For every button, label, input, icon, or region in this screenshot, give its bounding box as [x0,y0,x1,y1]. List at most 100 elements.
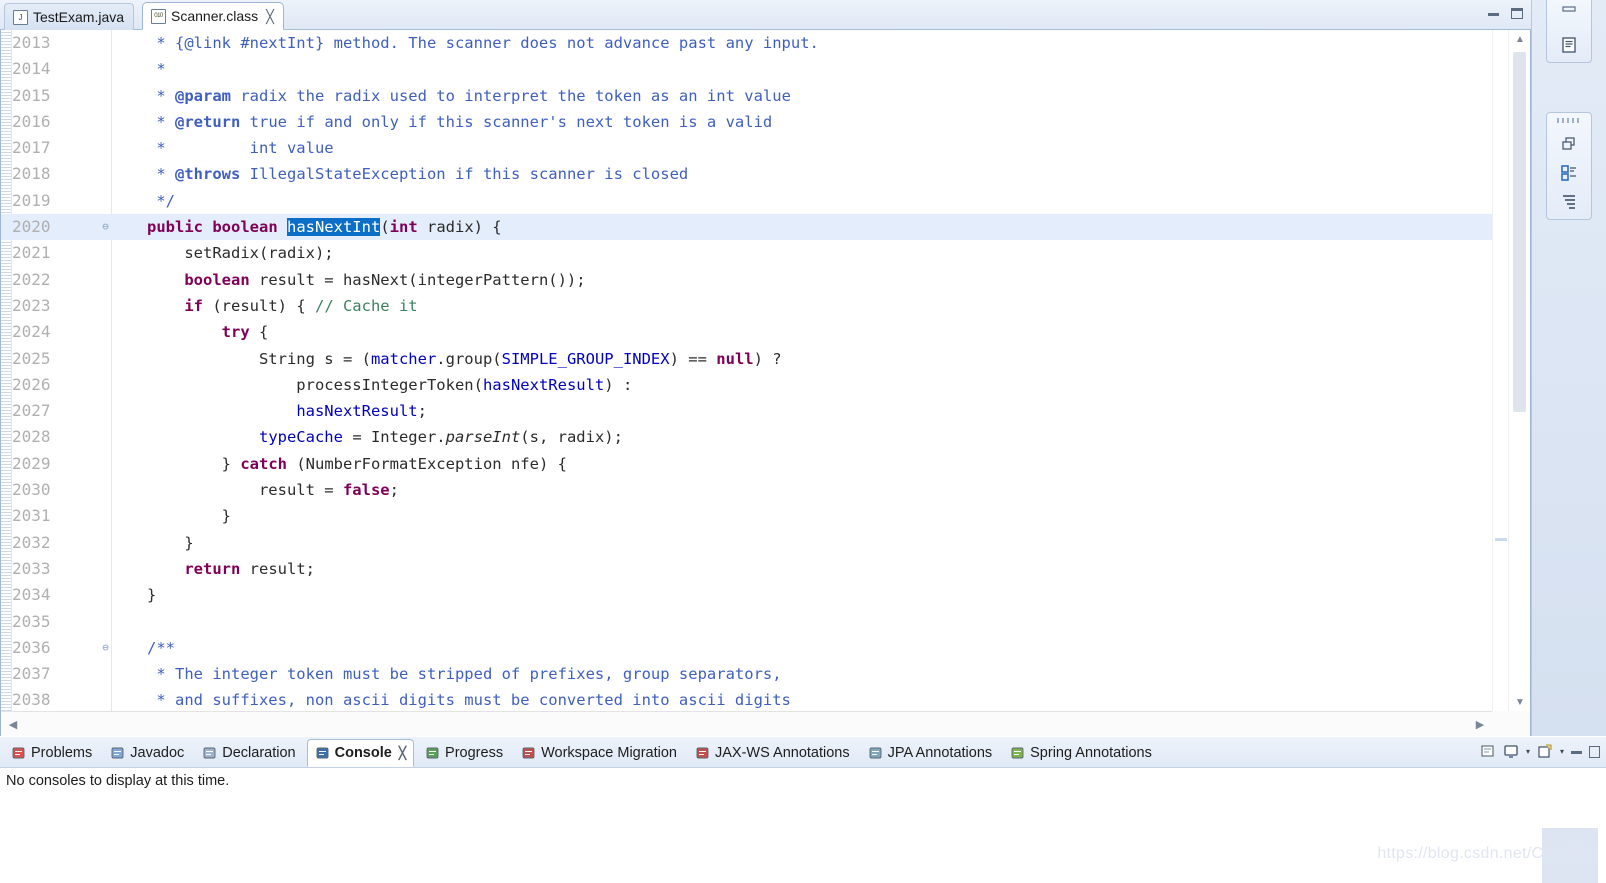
line-number: 2013 [12,30,94,56]
code-viewport[interactable]: 2013 * {@link #nextInt} method. The scan… [1,30,1492,711]
bottom-panel: Problems Javadoc Declaration Console ╳ Progre… [0,737,1606,883]
line-number: 2037 [12,661,94,687]
code-line[interactable]: 2038 * and suffixes, non ascii digits mu… [1,687,1492,711]
code-line[interactable]: 2033 return result; [1,556,1492,582]
code-text: * and suffixes, non ascii digits must be… [119,687,791,711]
restore-panel-icon[interactable] [1558,134,1580,154]
code-line[interactable]: 2018 * @throws IllegalStateException if … [1,161,1492,187]
panel-maximize-icon[interactable] [1589,746,1600,758]
code-line[interactable]: 2019 */ [1,188,1492,214]
task-list-icon[interactable] [1558,192,1580,212]
selected-token[interactable]: hasNextInt [287,218,380,236]
code-text: } [119,530,194,556]
code-text: setRadix(radix); [119,240,334,266]
fold-toggle-icon[interactable]: ⊖ [99,635,112,661]
fast-view-group-bottom [1546,112,1592,220]
open-console-dropdown[interactable]: ▾ [1560,747,1564,756]
line-number: 2036 [12,635,94,661]
bottom-tab-label: Problems [31,745,92,761]
fold-toggle-icon[interactable]: ⊖ [99,214,112,240]
code-line[interactable]: 2014 * [1,56,1492,82]
code-line[interactable]: 2022 boolean result = hasNext(integerPat… [1,267,1492,293]
display-console-button[interactable] [1503,744,1519,759]
code-line[interactable]: 2020⊖ public boolean hasNextInt(int radi… [1,214,1492,240]
code-line[interactable]: 2035 [1,609,1492,635]
code-text: } [119,503,231,529]
code-line[interactable]: 2029 } catch (NumberFormatException nfe)… [1,451,1492,477]
bottom-tab-console[interactable]: Console ╳ [307,739,414,767]
line-number: 2015 [12,83,94,109]
editor-tab-label: TestExam.java [33,9,124,25]
code-line[interactable]: 2030 result = false; [1,477,1492,503]
line-number: 2038 [12,687,94,711]
line-number: 2019 [12,188,94,214]
console-message: No consoles to display at this time. [6,773,229,789]
bottom-tab-jpa-annotations[interactable]: JPA Annotations [861,739,1000,766]
editor-body: 2013 * {@link #nextInt} method. The scan… [0,30,1531,736]
line-number: 2030 [12,477,94,503]
bottom-tab-declaration[interactable]: Declaration [195,739,302,766]
bottom-tab-progress[interactable]: Progress [418,739,510,766]
problems-icon [11,746,26,760]
code-line[interactable]: 2023 if (result) { // Cache it [1,293,1492,319]
editor-tab-testexam[interactable]: J TestExam.java [4,3,134,30]
minimize-icon[interactable] [1488,12,1499,16]
editor-tab-scanner[interactable]: 010 Scanner.class ╳ [142,2,284,30]
bottom-tab-spring-annotations[interactable]: Spring Annotations [1003,739,1159,766]
editor-vertical-scrollbar[interactable]: ▲ ▼ [1508,30,1530,711]
code-line[interactable]: 2015 * @param radix the radix used to in… [1,83,1492,109]
code-line[interactable]: 2036⊖ /** [1,635,1492,661]
overview-ruler[interactable] [1492,30,1508,711]
outline-panel-icon[interactable] [1558,6,1580,26]
display-console-dropdown[interactable]: ▾ [1526,747,1530,756]
bottom-tab-label: Console [335,745,392,761]
line-number: 2016 [12,109,94,135]
code-text: } [119,582,156,608]
code-line[interactable]: 2028 typeCache = Integer.parseInt(s, rad… [1,424,1492,450]
code-line[interactable]: 2026 processIntegerToken(hasNextResult) … [1,372,1492,398]
bottom-tab-workspace-migration[interactable]: Workspace Migration [514,739,684,766]
bottom-tab-label: Declaration [222,745,295,761]
code-line[interactable]: 2032 } [1,530,1492,556]
scroll-left-icon[interactable]: ◀ [1,712,25,736]
eclipse-ide-window: J TestExam.java 010 Scanner.class ╳ 2013… [0,0,1606,883]
close-icon[interactable]: ╳ [399,746,406,760]
bottom-tab-jax-ws-annotations[interactable]: JAX-WS Annotations [688,739,857,766]
vertical-scroll-thumb[interactable] [1513,52,1526,412]
open-console-button[interactable] [1537,744,1553,759]
maximize-icon[interactable] [1511,8,1523,19]
code-line[interactable]: 2024 try { [1,319,1492,345]
class-file-icon: 010 [151,9,166,24]
code-line[interactable]: 2021 setRadix(radix); [1,240,1492,266]
package-explorer-icon[interactable] [1558,163,1580,183]
source-code[interactable]: 2013 * {@link #nextInt} method. The scan… [1,30,1492,711]
panel-minimize-icon[interactable] [1571,750,1582,754]
scroll-down-icon[interactable]: ▼ [1509,693,1531,711]
code-text: hasNextResult; [119,398,427,424]
bottom-tab-javadoc[interactable]: Javadoc [103,739,191,766]
bottom-tab-problems[interactable]: Problems [4,739,99,766]
close-icon[interactable]: ╳ [266,10,274,23]
clear-console-button[interactable] [1480,744,1496,759]
code-line[interactable]: 2025 String s = (matcher.group(SIMPLE_GR… [1,346,1492,372]
scroll-right-icon[interactable]: ▶ [1468,712,1492,736]
line-number: 2014 [12,56,94,82]
code-line[interactable]: 2027 hasNextResult; [1,398,1492,424]
code-line[interactable]: 2016 * @return true if and only if this … [1,109,1492,135]
java-file-icon: J [13,10,28,25]
document-outline-icon[interactable] [1558,35,1580,55]
editor-tab-strip: J TestExam.java 010 Scanner.class ╳ [0,0,1531,30]
code-text: try { [119,319,268,345]
scroll-up-icon[interactable]: ▲ [1509,30,1531,48]
bottom-tab-label: Progress [445,745,503,761]
line-number: 2026 [12,372,94,398]
code-line[interactable]: 2034 } [1,582,1492,608]
code-line[interactable]: 2031 } [1,503,1492,529]
code-line[interactable]: 2037 * The integer token must be strippe… [1,661,1492,687]
editor-horizontal-scrollbar[interactable]: ◀ ▶ [1,711,1492,736]
drag-handle-icon[interactable] [1557,118,1581,123]
line-number: 2028 [12,424,94,450]
code-line[interactable]: 2017 * int value [1,135,1492,161]
workspace-migration-icon [521,746,536,760]
code-line[interactable]: 2013 * {@link #nextInt} method. The scan… [1,30,1492,56]
